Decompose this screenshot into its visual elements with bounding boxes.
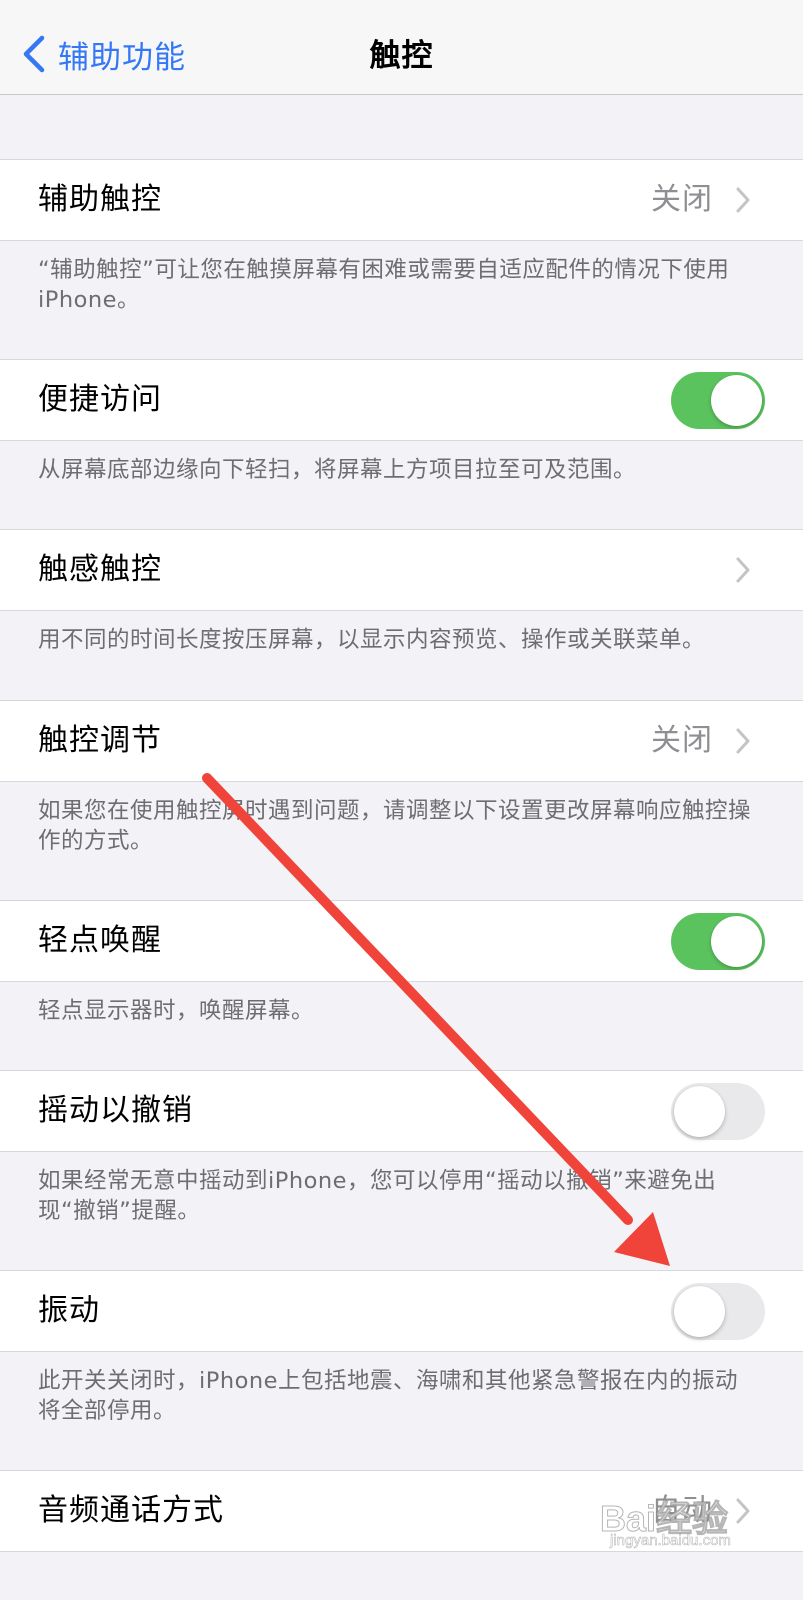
row-label: 触感触控 bbox=[38, 552, 162, 587]
row-label: 触控调节 bbox=[38, 723, 162, 758]
row-touch-accommodations[interactable]: 触控调节 关闭 bbox=[0, 700, 803, 782]
row-tap-to-wake: 轻点唤醒 bbox=[0, 900, 803, 982]
reachability-toggle[interactable] bbox=[671, 372, 765, 429]
toggle-knob bbox=[711, 375, 762, 426]
row-label: 便捷访问 bbox=[38, 382, 162, 417]
row-vibration: 振动 bbox=[0, 1270, 803, 1352]
toggle-knob bbox=[674, 1286, 725, 1337]
row-assistive-touch[interactable]: 辅助触控 关闭 bbox=[0, 159, 803, 241]
tap-to-wake-toggle[interactable] bbox=[671, 913, 765, 970]
row-label: 摇动以撤销 bbox=[38, 1093, 193, 1128]
row-description: 用不同的时间长度按压屏幕，以显示内容预览、操作或关联菜单。 bbox=[38, 627, 706, 653]
watermark: Bai经验 jingyan.baidu.com bbox=[599, 1490, 760, 1560]
row-description: 如果经常无意中摇动到iPhone，您可以停用“摇动以撤销”来避免出现“撤销”提醒… bbox=[38, 1168, 717, 1224]
row-description: 从屏幕底部边缘向下轻扫，将屏幕上方项目拉至可及范围。 bbox=[38, 457, 637, 483]
chevron-right-icon bbox=[735, 555, 751, 585]
row-description: “辅助触控”可让您在触摸屏幕有困难或需要自适应配件的情况下使用iPhone。 bbox=[38, 257, 730, 313]
row-description: 轻点显示器时，唤醒屏幕。 bbox=[38, 998, 315, 1024]
row-value: 关闭 bbox=[651, 723, 713, 758]
row-haptic-touch[interactable]: 触感触控 bbox=[0, 529, 803, 611]
row-reachability: 便捷访问 bbox=[0, 359, 803, 441]
chevron-right-icon bbox=[735, 726, 751, 756]
row-label: 轻点唤醒 bbox=[38, 923, 162, 958]
row-label: 振动 bbox=[38, 1293, 100, 1328]
shake-to-undo-toggle[interactable] bbox=[671, 1083, 765, 1140]
watermark-url: jingyan.baidu.com bbox=[610, 1532, 731, 1550]
navigation-bar: 辅助功能 触控 bbox=[0, 0, 803, 95]
row-label: 音频通话方式 bbox=[38, 1493, 224, 1528]
toggle-knob bbox=[674, 1086, 725, 1137]
row-description: 此开关关闭时，iPhone上包括地震、海啸和其他紧急警报在内的振动将全部停用。 bbox=[38, 1368, 738, 1424]
vibration-toggle[interactable] bbox=[671, 1283, 765, 1340]
row-description: 如果您在使用触控屏时遇到问题，请调整以下设置更改屏幕响应触控操作的方式。 bbox=[38, 798, 752, 854]
row-shake-to-undo: 摇动以撤销 bbox=[0, 1070, 803, 1152]
toggle-knob bbox=[711, 916, 762, 967]
chevron-right-icon bbox=[735, 185, 751, 215]
page-title: 触控 bbox=[369, 38, 434, 74]
row-label: 辅助触控 bbox=[38, 182, 162, 217]
row-value: 关闭 bbox=[651, 182, 713, 217]
